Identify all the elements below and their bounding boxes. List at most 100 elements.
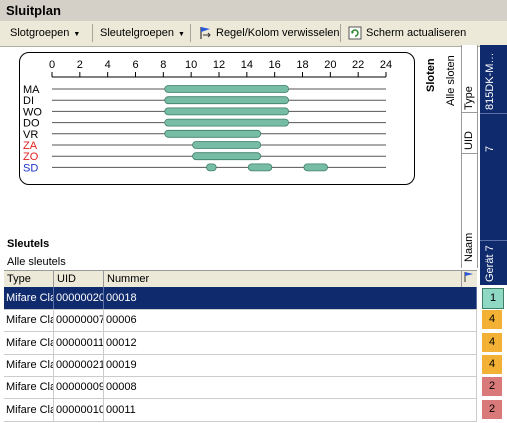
toolbar: Slotgroepen ▼ Sleutelgroepen ▼ Regel/Kolom…: [0, 21, 507, 47]
time-slot-bar: [164, 129, 262, 138]
key-uid-cell: 00000021: [54, 353, 104, 376]
refresh-label: Scherm actualiseren: [366, 27, 467, 39]
key-uid-cell: 00000011: [54, 331, 104, 354]
divider: [480, 240, 507, 241]
swap-label: Regel/Kolom verwisselen: [216, 27, 340, 39]
access-count-badge[interactable]: 2: [482, 377, 502, 397]
key-type-cell: Mifare Cla: [4, 353, 54, 376]
time-tick-label: 6: [132, 59, 138, 71]
time-tick-label: 0: [49, 59, 55, 71]
day-label-wo: WO: [23, 106, 42, 118]
keys-subtitle: Alle sleutels: [7, 256, 66, 268]
key-uid-cell: 00000009: [54, 376, 104, 399]
swap-rows-columns-button[interactable]: Regel/Kolom verwisselen: [194, 23, 344, 43]
time-tick-label: 14: [241, 59, 253, 71]
time-tick-label: 22: [352, 59, 364, 71]
day-label-do: DO: [23, 118, 40, 130]
locks-subtitle: Alle sloten: [445, 55, 457, 106]
swap-flag-icon: [200, 27, 211, 40]
slotgroepen-dropdown[interactable]: Slotgroepen ▼: [6, 23, 84, 43]
time-tick-label: 2: [77, 59, 83, 71]
access-count-badge[interactable]: 2: [482, 399, 502, 419]
access-count-badge[interactable]: 1: [482, 288, 504, 309]
toolbar-separator: [92, 24, 93, 42]
toolbar-separator: [340, 24, 341, 42]
key-table-row[interactable]: Mifare Cla 00000011 00012: [4, 331, 477, 355]
day-label-za: ZA: [23, 140, 38, 152]
lock-device-uid: 7: [484, 145, 496, 152]
key-number-cell: 00012: [104, 331, 477, 354]
key-type-cell: Mifare Cla: [4, 398, 54, 421]
access-count-badge[interactable]: 4: [482, 354, 502, 374]
time-slot-bar: [206, 163, 217, 172]
time-slot-bar: [192, 141, 262, 149]
key-uid-cell: 00000020: [54, 287, 104, 309]
divider: [461, 153, 478, 154]
time-slot-bar: [164, 85, 289, 93]
day-label-vr: VR: [23, 129, 38, 141]
sleutelgroepen-label: Sleutelgroepen: [100, 27, 175, 39]
caret-down-icon: ▼: [73, 31, 81, 38]
key-type-cell: Mifare Cla: [4, 287, 54, 309]
key-uid-cell: 00000010: [54, 398, 104, 421]
key-number-cell: 00019: [104, 353, 477, 376]
key-type-cell: Mifare Cla: [4, 309, 54, 332]
access-count-badge[interactable]: 4: [482, 332, 502, 352]
swap-flag-icon: [464, 272, 473, 282]
locks-col-uid[interactable]: UID: [463, 131, 475, 150]
key-number-cell: 00008: [104, 376, 477, 399]
locks-col-type[interactable]: Type: [463, 86, 475, 110]
col-header-nummer[interactable]: Nummer: [104, 271, 462, 287]
schedule-plan: 0 2 4 6 8 10 12 14 16 18 20 22 24 MA DI WO DO VR ZA ZO SD: [19, 52, 415, 185]
sleutelgroepen-dropdown[interactable]: Sleutelgroepen ▼: [96, 23, 189, 43]
key-table-row[interactable]: Mifare Cla 00000007 00006: [4, 309, 477, 333]
refresh-screen-button[interactable]: Scherm actualiseren: [344, 23, 470, 43]
locks-col-naam[interactable]: Naam: [463, 233, 475, 262]
caret-down-icon: ▼: [178, 31, 185, 38]
window-title: Sluitplan: [6, 3, 61, 18]
key-uid-cell: 00000007: [54, 309, 104, 332]
day-label-di: DI: [23, 95, 34, 107]
key-number-cell: 00011: [104, 398, 477, 421]
locks-title: Sloten: [425, 58, 437, 92]
keys-table-header: Type UID Nummer: [4, 270, 477, 288]
time-tick-label: 8: [160, 59, 166, 71]
key-table-row[interactable]: Mifare Cla 00000010 00011: [4, 398, 477, 422]
access-count-badge[interactable]: 4: [482, 310, 502, 330]
time-slot-bar: [164, 118, 289, 127]
key-table-row[interactable]: Mifare Cla 00000009 00008: [4, 376, 477, 400]
key-table-row[interactable]: Mifare Cla 00000020 00018: [4, 287, 477, 310]
time-tick-label: 18: [296, 59, 308, 71]
time-slot-bar: [164, 96, 289, 105]
time-slot-bar: [303, 163, 328, 172]
divider: [480, 113, 507, 114]
time-slot-bar: [247, 163, 273, 172]
swap-corner-button[interactable]: [462, 271, 477, 287]
slotgroepen-label: Slotgroepen: [10, 27, 70, 39]
schedule-chart: 0 2 4 6 8 10 12 14 16 18 20 22 24MADIWODOVRZAZOSD: [23, 59, 392, 174]
time-tick-label: 10: [185, 59, 197, 71]
toolbar-separator: [190, 24, 191, 42]
col-header-type[interactable]: Type: [4, 271, 54, 287]
col-header-uid[interactable]: UID: [54, 271, 104, 287]
time-slot-bar: [164, 107, 289, 116]
divider: [461, 112, 478, 113]
lock-device-label: Gerät 7: [484, 245, 496, 282]
day-label-sd: SD: [23, 162, 38, 174]
key-type-cell: Mifare Cla: [4, 376, 54, 399]
time-tick-label: 24: [380, 59, 392, 71]
day-label-ma: MA: [23, 84, 40, 96]
key-table-row[interactable]: Mifare Cla 00000021 00019: [4, 353, 477, 377]
time-tick-label: 12: [213, 59, 225, 71]
day-label-zo: ZO: [23, 151, 39, 163]
key-type-cell: Mifare Cla: [4, 331, 54, 354]
key-number-cell: 00018: [104, 287, 477, 309]
keys-title: Sleutels: [7, 238, 50, 250]
time-tick-label: 20: [324, 59, 336, 71]
time-tick-label: 16: [269, 59, 281, 71]
key-number-cell: 00006: [104, 309, 477, 332]
refresh-icon: [348, 26, 362, 40]
window-titlebar: Sluitplan: [0, 0, 507, 22]
time-tick-label: 4: [105, 59, 111, 71]
time-slot-bar: [192, 152, 262, 161]
